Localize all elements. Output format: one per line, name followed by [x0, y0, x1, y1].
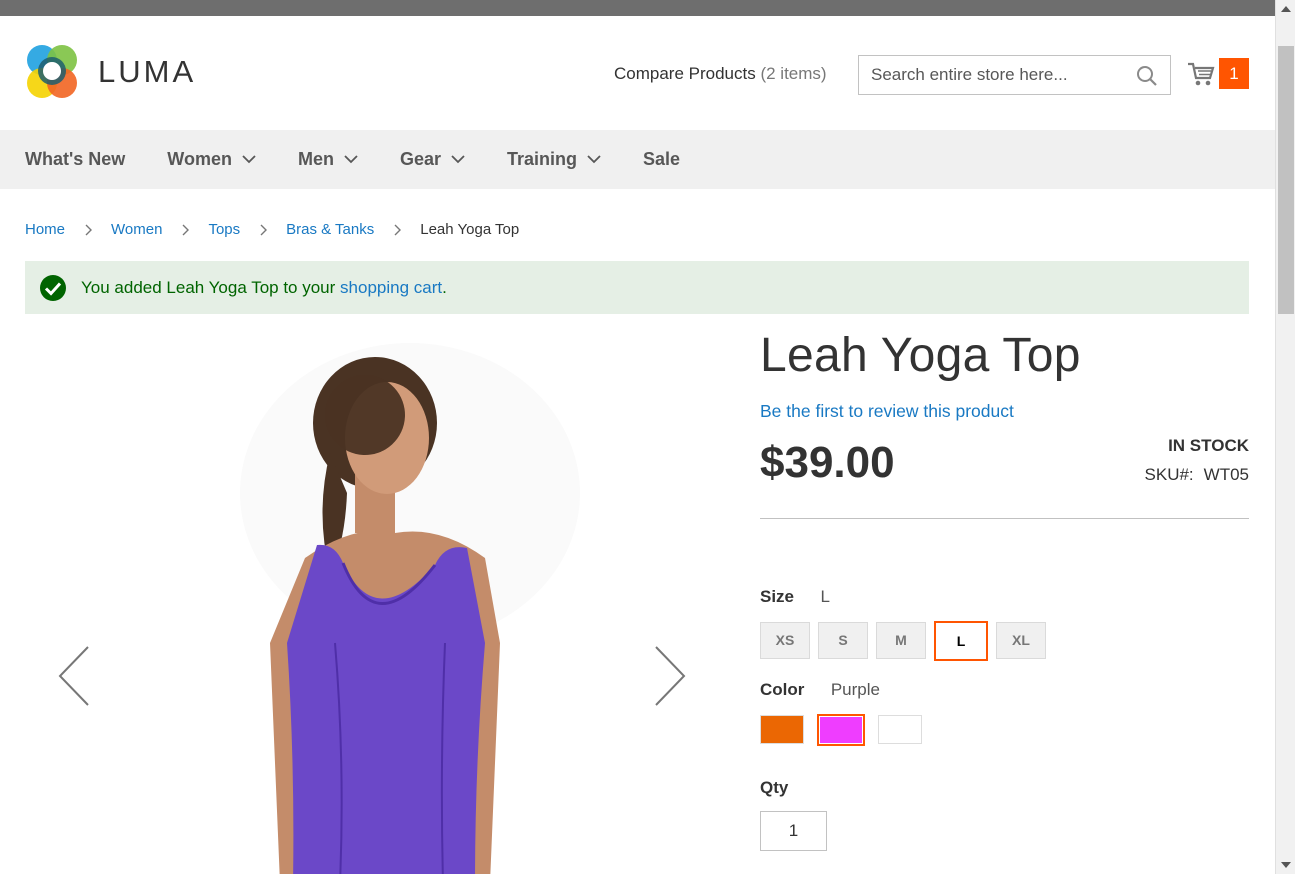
compare-label: Compare Products [614, 64, 756, 83]
scroll-down-icon[interactable] [1281, 862, 1291, 868]
sku-label: SKU#: [1144, 465, 1194, 484]
scroll-up-icon[interactable] [1281, 6, 1291, 12]
breadcrumb-bras-tanks[interactable]: Bras & Tanks [286, 221, 374, 238]
size-option-xs[interactable]: XS [760, 622, 810, 659]
nav-item-whats-new[interactable]: What's New [25, 149, 125, 170]
compare-products-link[interactable]: Compare Products (2 items) [614, 64, 827, 84]
size-option-l[interactable]: L [934, 621, 988, 661]
chevron-down-icon [587, 155, 601, 164]
success-message: You added Leah Yoga Top to your shopping… [25, 261, 1249, 314]
message-suffix: . [442, 277, 447, 297]
qty-attribute: Qty [760, 778, 788, 798]
breadcrumb-home[interactable]: Home [25, 221, 65, 238]
stock-status: IN STOCK [1168, 436, 1249, 455]
gallery-next-arrow-icon[interactable] [653, 645, 687, 707]
luma-logo[interactable]: LUMA [25, 43, 196, 101]
top-strip [0, 0, 1275, 16]
breadcrumb-current: Leah Yoga Top [420, 221, 520, 238]
sku-value: WT05 [1203, 465, 1249, 484]
color-label: Color [760, 680, 805, 699]
chevron-down-icon [344, 155, 358, 164]
size-label: Size [760, 587, 795, 606]
color-option-purple[interactable] [817, 714, 865, 746]
color-selected-value: Purple [830, 680, 880, 699]
product-gallery [25, 325, 705, 874]
luma-logo-icon [27, 45, 77, 98]
qty-input[interactable] [760, 811, 827, 851]
size-option-xl[interactable]: XL [996, 622, 1046, 659]
color-option-white[interactable] [878, 715, 922, 744]
nav-item-sale[interactable]: Sale [643, 149, 680, 170]
color-attribute: Color Purple [760, 680, 880, 700]
chevron-right-icon [85, 224, 93, 235]
nav-item-label: Men [297, 149, 334, 169]
size-option-s[interactable]: S [818, 622, 868, 659]
checkmark-icon [40, 274, 66, 301]
chevron-right-icon [182, 224, 190, 235]
chevron-right-icon [394, 224, 402, 235]
product-info: Leah Yoga Top Be the first to review thi… [760, 325, 1249, 519]
nav-item-training[interactable]: Training [507, 149, 601, 170]
product-title: Leah Yoga Top [760, 329, 1081, 382]
cart-count-badge: 1 [1219, 58, 1249, 89]
nav-item-label: Training [507, 149, 578, 169]
product-image[interactable] [235, 343, 535, 874]
nav-item-men[interactable]: Men [298, 149, 358, 170]
color-swatches [760, 714, 935, 746]
gallery-prev-arrow-icon[interactable] [57, 645, 91, 707]
logo-text: LUMA [98, 54, 197, 89]
qty-label: Qty [760, 778, 789, 797]
nav-item-gear[interactable]: Gear [400, 149, 465, 170]
price-row: $39.00 IN STOCK SKU#: WT05 [760, 436, 1249, 519]
nav-item-label: What's New [25, 149, 126, 169]
nav-item-label: Gear [399, 149, 441, 169]
product-sku: SKU#: WT05 [1145, 465, 1249, 485]
review-link[interactable]: Be the first to review this product [760, 401, 1249, 422]
chevron-down-icon [242, 155, 256, 164]
breadcrumb-tops[interactable]: Tops [208, 221, 240, 238]
chevron-down-icon [451, 155, 465, 164]
minicart-button[interactable]: 1 [1187, 58, 1249, 89]
scroll-thumb[interactable] [1278, 46, 1294, 314]
search-box [858, 55, 1171, 95]
main-navigation: What's New Women Men Gear Training Sale [0, 130, 1275, 189]
size-selected-value: L [820, 587, 830, 606]
size-swatches: XS S M L XL [760, 621, 1054, 661]
breadcrumb: Home Women Tops Bras & Tanks Leah Yoga T… [25, 221, 519, 238]
color-option-orange[interactable] [760, 715, 804, 744]
message-text: You added Leah Yoga Top to your [81, 277, 336, 297]
compare-count: (2 items) [760, 64, 827, 83]
size-option-m[interactable]: M [876, 622, 926, 659]
shopping-cart-link[interactable]: shopping cart [340, 278, 442, 298]
search-input[interactable] [859, 56, 1129, 94]
chevron-right-icon [260, 224, 268, 235]
breadcrumb-women[interactable]: Women [111, 221, 162, 238]
product-price: $39.00 [760, 438, 895, 487]
size-attribute: Size L [760, 587, 830, 607]
nav-item-women[interactable]: Women [167, 149, 256, 170]
nav-item-label: Women [167, 149, 232, 169]
cart-icon [1188, 62, 1215, 85]
search-icon[interactable] [1136, 65, 1158, 87]
nav-item-label: Sale [643, 149, 681, 169]
page-scrollbar[interactable] [1275, 0, 1295, 874]
